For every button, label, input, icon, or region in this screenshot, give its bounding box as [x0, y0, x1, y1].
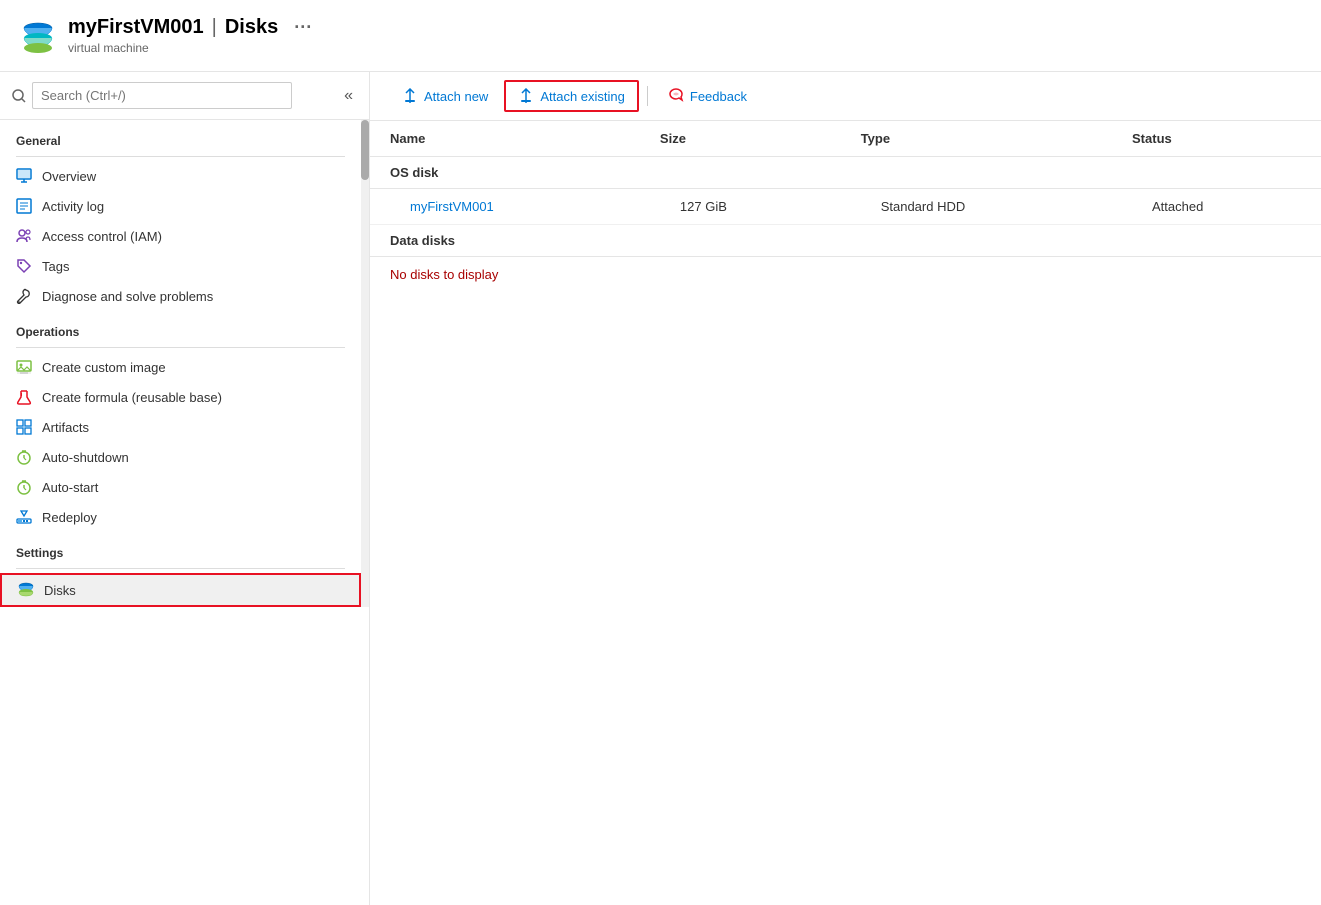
- sidebar-item-label: Tags: [42, 259, 69, 274]
- col-status: Status: [1112, 121, 1321, 157]
- data-disk-section-label: Data disks: [370, 225, 1321, 257]
- sidebar-item-label: Artifacts: [42, 420, 89, 435]
- sidebar-item-diagnose[interactable]: Diagnose and solve problems: [0, 281, 361, 311]
- sidebar-item-disks[interactable]: Disks: [0, 573, 361, 607]
- os-disk-size: 127 GiB: [640, 189, 841, 225]
- sidebar-item-tags[interactable]: Tags: [0, 251, 361, 281]
- os-disk-row[interactable]: myFirstVM001 127 GiB Standard HDD Attach…: [370, 189, 1321, 225]
- attach-existing-icon: [518, 88, 534, 104]
- attach-existing-button[interactable]: Attach existing: [504, 80, 639, 112]
- sidebar-item-label: Create custom image: [42, 360, 166, 375]
- data-disk-section-row: Data disks: [370, 225, 1321, 257]
- attach-new-button[interactable]: Attach new: [390, 82, 500, 110]
- section-label-settings: Settings: [0, 532, 361, 564]
- monitor-icon: [16, 168, 32, 184]
- os-disk-type: Standard HDD: [841, 189, 1112, 225]
- clock-icon: [16, 449, 32, 465]
- feedback-button[interactable]: Feedback: [656, 82, 759, 110]
- sidebar-item-label: Activity log: [42, 199, 104, 214]
- sidebar-item-label: Overview: [42, 169, 96, 184]
- search-icon: [12, 89, 26, 103]
- sidebar-item-access-control[interactable]: Access control (IAM): [0, 221, 361, 251]
- grid-icon: [16, 419, 32, 435]
- sidebar-item-formula[interactable]: Create formula (reusable base): [0, 382, 361, 412]
- sidebar-item-label: Auto-shutdown: [42, 450, 129, 465]
- sidebar-item-label: Auto-start: [42, 480, 98, 495]
- sidebar-item-artifacts[interactable]: Artifacts: [0, 412, 361, 442]
- vm-icon: [20, 18, 56, 54]
- sidebar-item-redeploy[interactable]: Redeploy: [0, 502, 361, 532]
- beaker-icon: [16, 389, 32, 405]
- sidebar-scroll: General Overview Activity log: [0, 120, 369, 905]
- sidebar-item-activity-log[interactable]: Activity log: [0, 191, 361, 221]
- os-disk-section-row: OS disk: [370, 157, 1321, 189]
- image-icon: [16, 359, 32, 375]
- sidebar-item-label: Create formula (reusable base): [42, 390, 222, 405]
- sidebar-item-label: Disks: [44, 583, 76, 598]
- no-disks-row: No disks to display: [370, 257, 1321, 293]
- search-input[interactable]: [32, 82, 292, 109]
- sidebar-item-auto-start[interactable]: Auto-start: [0, 472, 361, 502]
- more-options-icon[interactable]: ···: [294, 17, 312, 38]
- col-size: Size: [640, 121, 841, 157]
- resource-subtitle: virtual machine: [68, 41, 312, 55]
- sidebar-item-auto-shutdown[interactable]: Auto-shutdown: [0, 442, 361, 472]
- page-header: myFirstVM001 | Disks ··· virtual machine: [0, 0, 1321, 72]
- disk-table: Name Size Type Status OS disk myFirstVM0…: [370, 121, 1321, 292]
- sidebar-item-label: Access control (IAM): [42, 229, 162, 244]
- no-disks-message: No disks to display: [370, 257, 1321, 293]
- tag-icon: [16, 258, 32, 274]
- col-name: Name: [370, 121, 640, 157]
- toolbar-divider: [647, 86, 648, 106]
- deploy-icon: [16, 509, 32, 525]
- os-disk-section-label: OS disk: [370, 157, 1321, 189]
- header-title-group: myFirstVM001 | Disks ··· virtual machine: [68, 16, 312, 55]
- os-disk-name[interactable]: myFirstVM001: [370, 189, 640, 225]
- collapse-sidebar-button[interactable]: «: [340, 83, 357, 109]
- disk-icon: [18, 582, 34, 598]
- sidebar-item-overview[interactable]: Overview: [0, 161, 361, 191]
- sidebar: « General Overview: [0, 72, 370, 905]
- section-label-general: General: [0, 120, 361, 152]
- sidebar-item-label: Redeploy: [42, 510, 97, 525]
- sidebar-item-custom-image[interactable]: Create custom image: [0, 352, 361, 382]
- scrollbar-track[interactable]: [361, 120, 369, 607]
- feedback-icon: [668, 88, 684, 104]
- clock2-icon: [16, 479, 32, 495]
- sidebar-item-label: Diagnose and solve problems: [42, 289, 213, 304]
- page-title: myFirstVM001 | Disks ···: [68, 16, 312, 39]
- os-disk-status: Attached: [1112, 189, 1321, 225]
- wrench-icon: [16, 288, 32, 304]
- list-icon: [16, 198, 32, 214]
- main-content: Attach new Attach existing Feedback: [370, 72, 1321, 905]
- disk-content-area: Name Size Type Status OS disk myFirstVM0…: [370, 121, 1321, 905]
- toolbar: Attach new Attach existing Feedback: [370, 72, 1321, 121]
- sidebar-search-area: «: [0, 72, 369, 120]
- attach-new-icon: [402, 88, 418, 104]
- scrollbar-thumb[interactable]: [361, 120, 369, 180]
- col-type: Type: [841, 121, 1112, 157]
- people-icon: [16, 228, 32, 244]
- section-label-operations: Operations: [0, 311, 361, 343]
